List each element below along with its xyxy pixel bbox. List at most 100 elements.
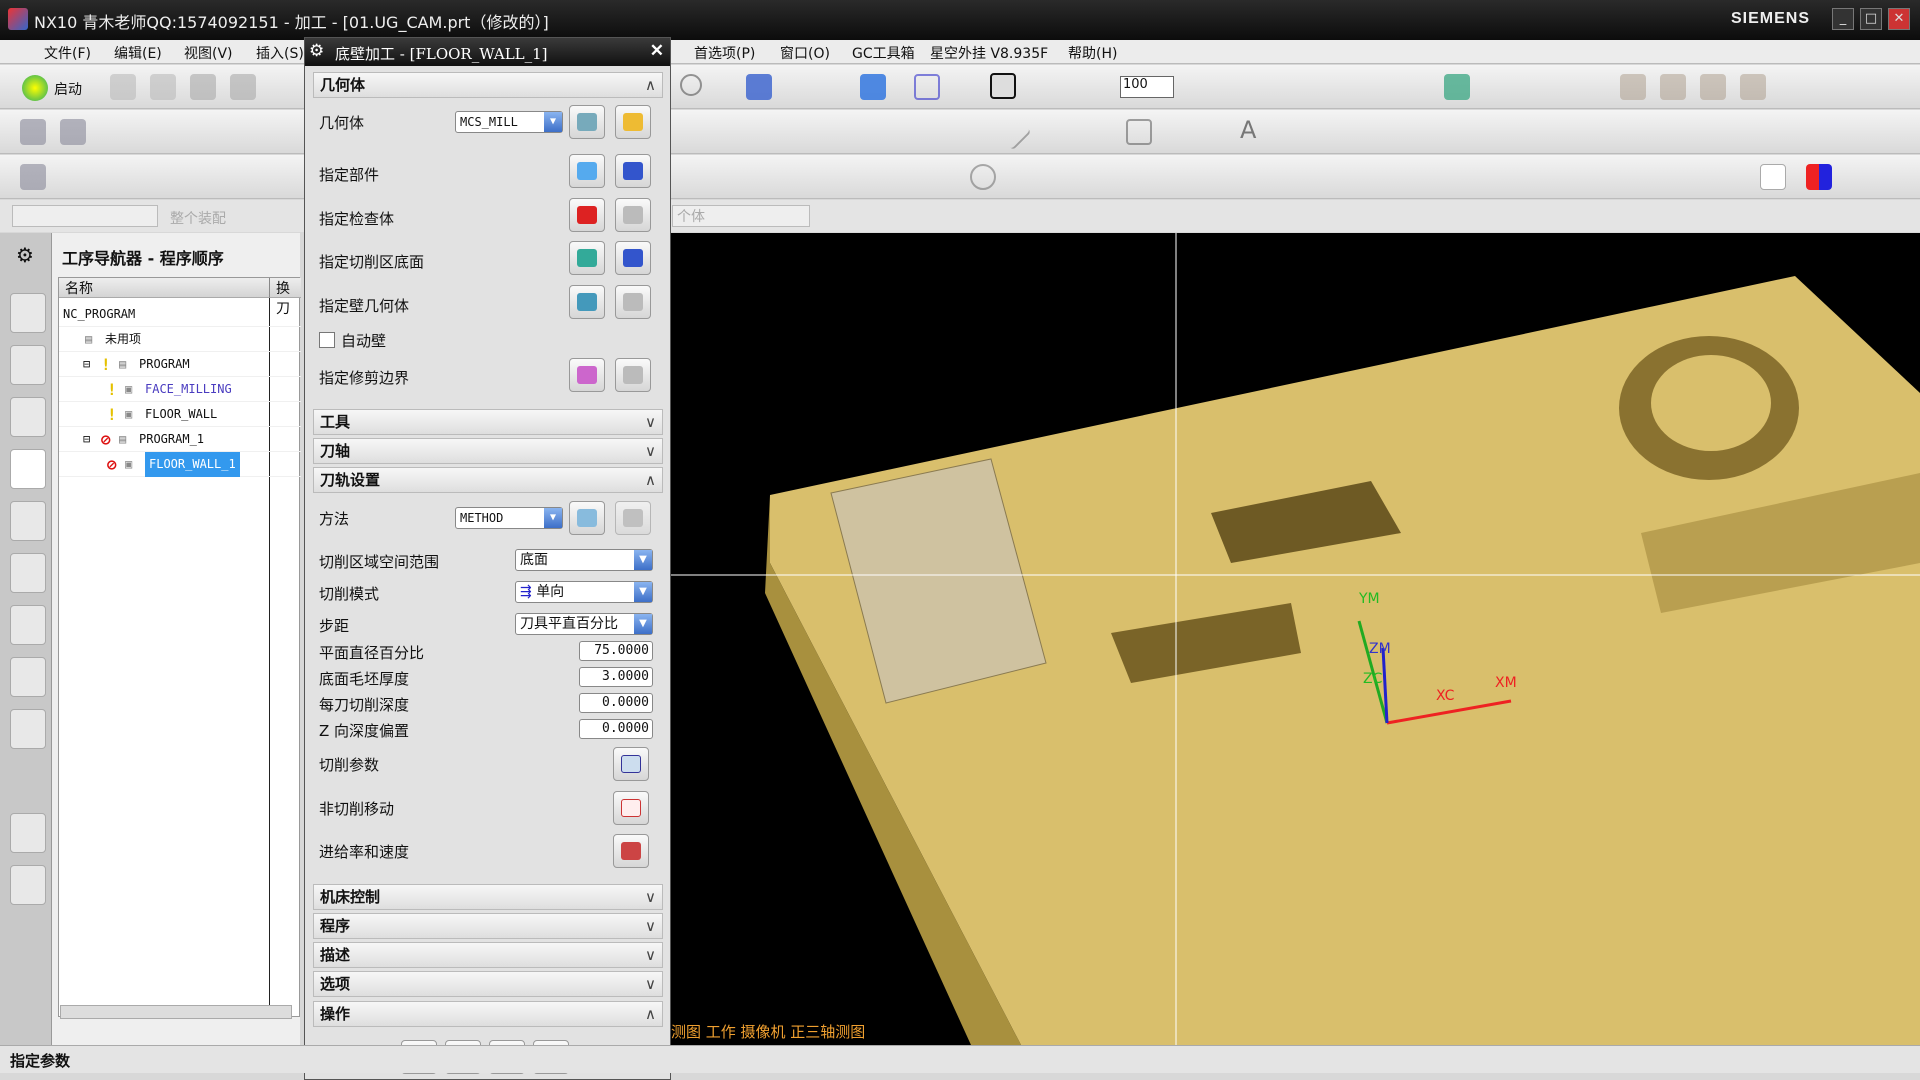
specify-part-button[interactable] — [569, 154, 605, 188]
feature-icon[interactable] — [1620, 74, 1646, 100]
tree-row[interactable]: ⊟! ▤ PROGRAM — [59, 352, 301, 377]
feature-icon[interactable] — [1660, 74, 1686, 100]
history-tab[interactable] — [10, 605, 46, 645]
minimize-button[interactable]: _ — [1832, 8, 1854, 30]
gear-icon[interactable]: ⚙ — [309, 41, 324, 61]
specify-floor-button[interactable] — [569, 241, 605, 275]
chevron-down-icon[interactable]: ∨ — [645, 885, 656, 909]
section-geometry[interactable]: 几何体 ∧ — [313, 72, 663, 98]
tree-row[interactable]: ! ▣ FLOOR_WALL — [59, 402, 301, 427]
machine-view-tab[interactable] — [10, 293, 46, 333]
chevron-up-icon[interactable]: ∧ — [645, 1002, 656, 1026]
tree-row[interactable]: ▤ 未用项 — [59, 327, 301, 352]
chevron-down-icon[interactable]: ▼ — [634, 550, 652, 570]
show-floor-button[interactable] — [615, 241, 651, 275]
save-icon[interactable] — [190, 74, 216, 100]
section-options[interactable]: 选项 ∨ — [313, 971, 663, 997]
menu-insert[interactable]: 插入(S) — [256, 43, 304, 63]
chevron-up-icon[interactable]: ∧ — [645, 73, 656, 97]
info-tab[interactable] — [10, 657, 46, 697]
chevron-down-icon[interactable]: ∨ — [645, 410, 656, 434]
tool-icon[interactable] — [60, 119, 86, 145]
section-actions[interactable]: 操作 ∧ — [313, 1001, 663, 1027]
cut-extent-dropdown[interactable]: 底面 ▼ — [515, 549, 653, 571]
menu-help[interactable]: 帮助(H) — [1068, 43, 1117, 63]
show-trim-button[interactable] — [615, 358, 651, 392]
part-navigator-tab[interactable] — [10, 501, 46, 541]
dialog-close-button[interactable]: ✕ — [650, 41, 664, 61]
graphics-viewport[interactable]: YM ZM ZC XC XM 测图 工作 摄像机 正三轴测图 — [671, 233, 1920, 1045]
floor-stock-input[interactable]: 3.0000 — [579, 667, 653, 687]
scope-dropdown[interactable]: 整个装配 — [170, 208, 226, 228]
specify-trim-button[interactable] — [569, 358, 605, 392]
section-description[interactable]: 描述 ∨ — [313, 942, 663, 968]
geometry-dropdown[interactable]: MCS_MILL ▼ — [455, 111, 563, 133]
chevron-down-icon[interactable]: ▼ — [544, 508, 562, 528]
background-icon[interactable] — [990, 73, 1016, 99]
column-name[interactable]: 名称 — [59, 278, 269, 298]
edit-method-button[interactable] — [615, 501, 651, 535]
depth-per-cut-input[interactable]: 0.0000 — [579, 693, 653, 713]
chevron-down-icon[interactable]: ▼ — [544, 112, 562, 132]
collapse-icon[interactable]: ⊟ — [83, 427, 90, 452]
show-wall-button[interactable] — [615, 285, 651, 319]
method-dropdown[interactable]: METHOD ▼ — [455, 507, 563, 529]
new-method-button[interactable] — [569, 501, 605, 535]
stepover-dropdown[interactable]: 刀具平直百分比 ▼ — [515, 613, 653, 635]
section-program[interactable]: 程序 ∨ — [313, 913, 663, 939]
wireframe-icon[interactable] — [914, 74, 940, 100]
collapse-icon[interactable]: ⊟ — [83, 352, 90, 377]
zoom-level-field[interactable]: 100 — [1120, 76, 1174, 98]
start-button[interactable]: 启动 — [54, 79, 82, 99]
chevron-down-icon[interactable]: ∨ — [645, 914, 656, 938]
section-path-settings[interactable]: 刀轨设置 ∧ — [313, 467, 663, 493]
menu-edit[interactable]: 编辑(E) — [114, 43, 162, 63]
body-filter-dropdown[interactable]: 个体 — [672, 205, 810, 227]
new-icon[interactable] — [110, 74, 136, 100]
percent-input[interactable]: 75.0000 — [579, 641, 653, 661]
menu-gc-toolbox[interactable]: GC工具箱 — [852, 43, 915, 63]
program-order-tab[interactable] — [10, 449, 46, 489]
non-cut-button[interactable] — [613, 791, 649, 825]
gear-icon[interactable]: ⚙ — [16, 243, 34, 267]
clock-tab[interactable] — [10, 813, 46, 853]
palette-tab[interactable] — [10, 865, 46, 905]
horizontal-scrollbar[interactable] — [60, 1005, 292, 1019]
maximize-button[interactable]: □ — [1860, 8, 1882, 30]
tree-row[interactable]: ⊟ ⊘ ▤ PROGRAM_1 — [59, 427, 301, 452]
chevron-down-icon[interactable]: ∨ — [645, 972, 656, 996]
assembly-tab[interactable] — [10, 553, 46, 593]
cut-params-button[interactable] — [613, 747, 649, 781]
tool-icon[interactable] — [20, 164, 46, 190]
feature-icon[interactable] — [1740, 74, 1766, 100]
tree-row[interactable]: NC_PROGRAM — [59, 302, 301, 327]
show-check-button[interactable] — [615, 198, 651, 232]
web-tab[interactable] — [10, 709, 46, 749]
chevron-down-icon[interactable]: ▼ — [634, 582, 652, 602]
edit-geometry-button[interactable] — [615, 105, 651, 139]
z-offset-input[interactable]: 0.0000 — [579, 719, 653, 739]
method-view-tab[interactable] — [10, 397, 46, 437]
cut-pattern-dropdown[interactable]: ⇶ 单向 ▼ — [515, 581, 653, 603]
custom-view-icon[interactable] — [1760, 164, 1786, 190]
specify-check-button[interactable] — [569, 198, 605, 232]
menu-view[interactable]: 视图(V) — [184, 43, 233, 63]
tool-icon[interactable] — [20, 119, 46, 145]
geometry-view-tab[interactable] — [10, 345, 46, 385]
menu-preferences[interactable]: 首选项(P) — [694, 43, 755, 63]
tree-row[interactable]: ! ▣ FACE_MILLING — [59, 377, 301, 402]
menu-file[interactable]: 文件(F) — [44, 43, 91, 63]
tree-row[interactable]: ⊘ ▣ FLOOR_WALL_1 — [59, 452, 301, 477]
open-icon[interactable] — [150, 74, 176, 100]
auto-wall-checkbox[interactable] — [319, 332, 335, 348]
feature-icon[interactable] — [1700, 74, 1726, 100]
zoom-icon[interactable] — [680, 74, 702, 96]
feeds-button[interactable] — [613, 834, 649, 868]
shaded-icon[interactable] — [860, 74, 886, 100]
new-geometry-button[interactable] — [569, 105, 605, 139]
circle-icon[interactable] — [970, 164, 996, 190]
cube-icon[interactable] — [1806, 164, 1832, 190]
print-icon[interactable] — [230, 74, 256, 100]
close-button[interactable]: ✕ — [1888, 8, 1910, 30]
line-icon[interactable] — [994, 113, 1032, 151]
